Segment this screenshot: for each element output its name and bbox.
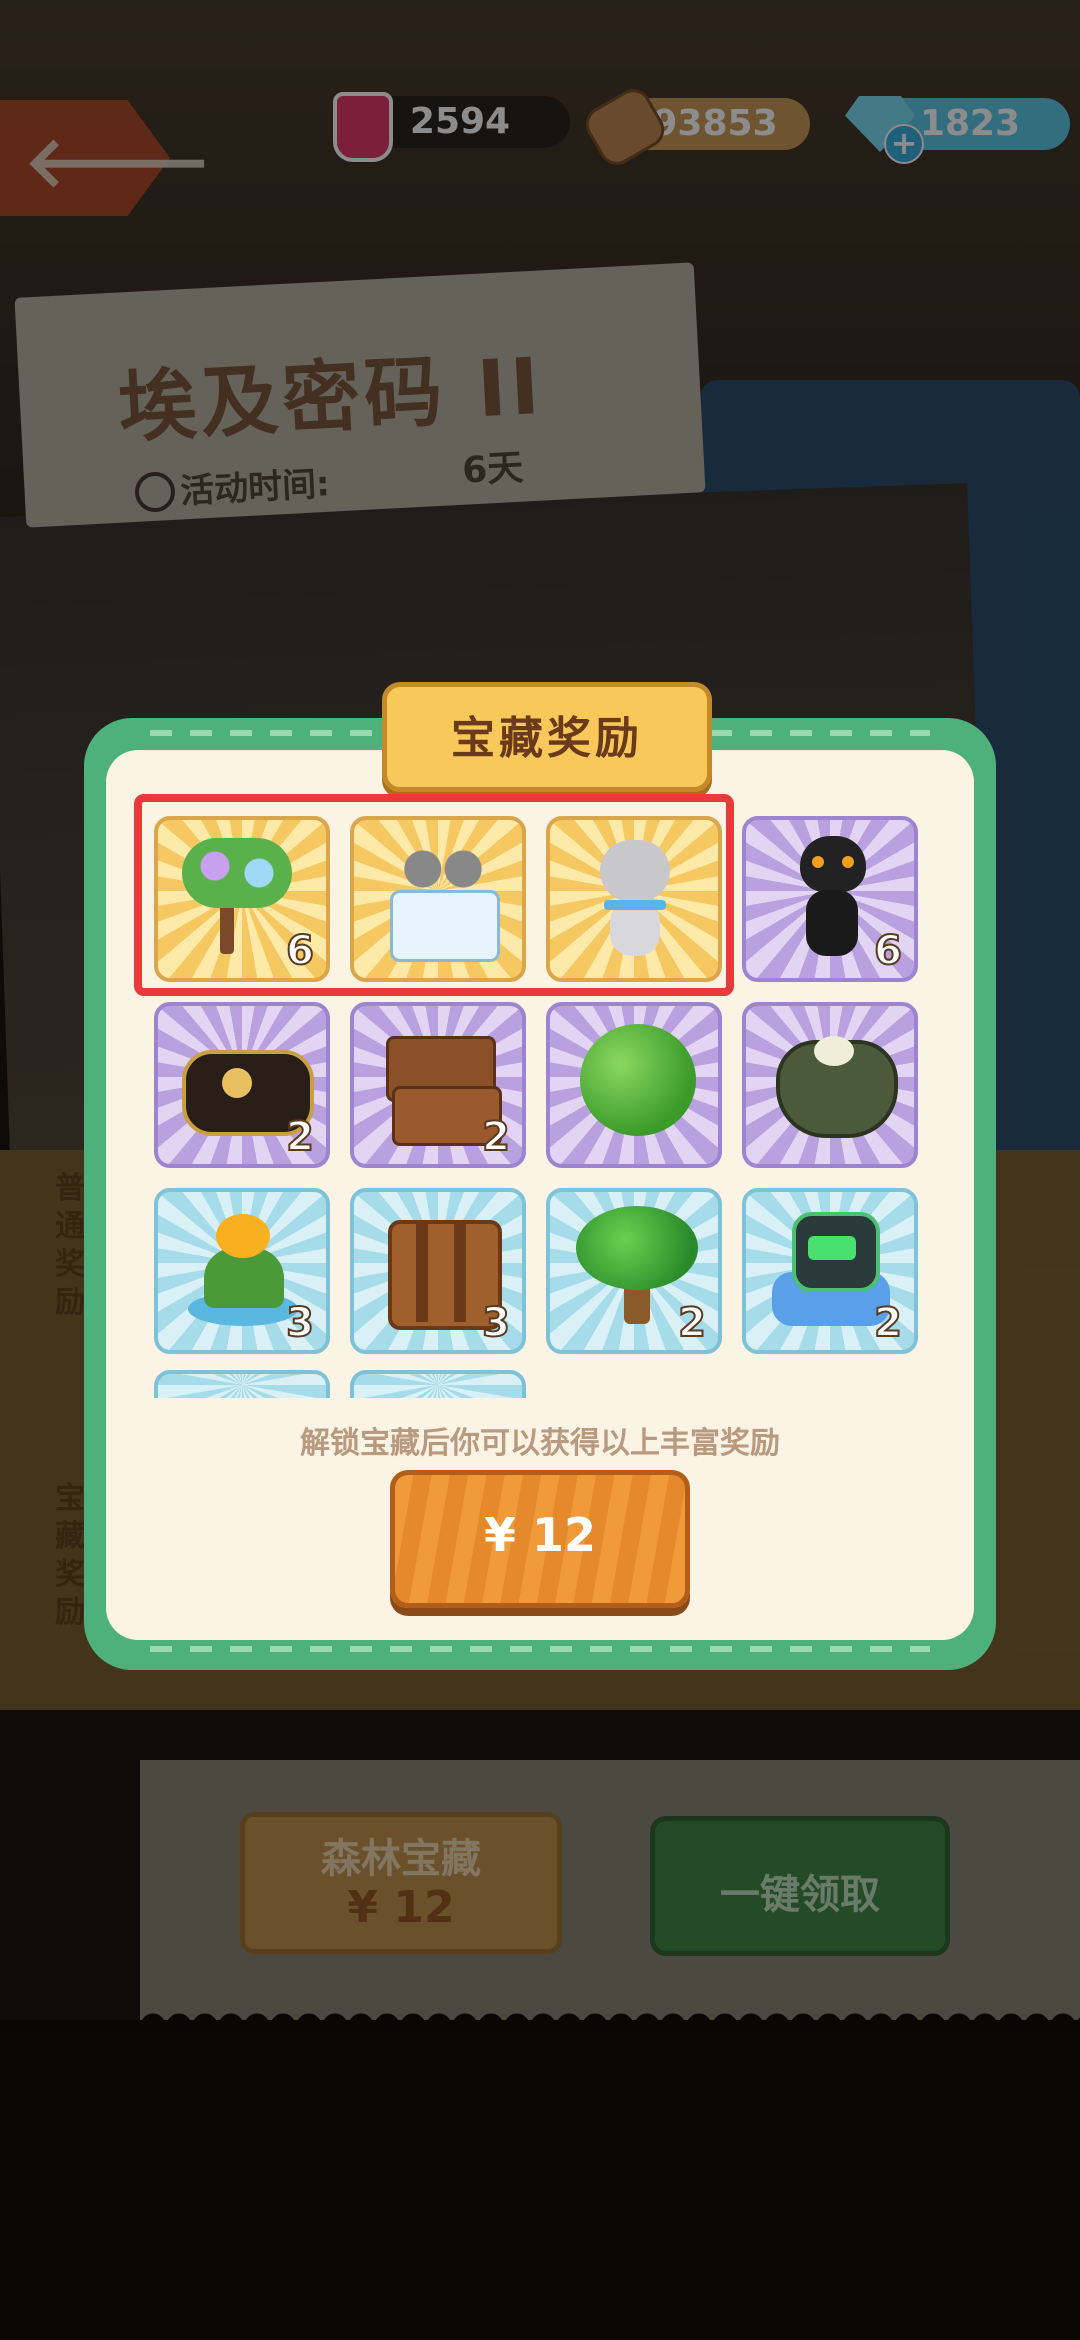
reward-tile-green-bush[interactable] bbox=[546, 1002, 722, 1168]
reward-tile-oak-tree[interactable]: 2 bbox=[546, 1188, 722, 1354]
reward-tile-partial[interactable] bbox=[154, 1370, 330, 1398]
modal-title: 宝藏奖励 bbox=[451, 713, 643, 764]
reward-count: 3 bbox=[481, 1299, 511, 1347]
reward-count: 6 bbox=[873, 927, 903, 975]
highlight-selection-box bbox=[134, 794, 734, 996]
reward-tile-clover-bag[interactable]: 2 bbox=[154, 1002, 330, 1168]
reward-tile-lily-flower[interactable]: 3 bbox=[154, 1188, 330, 1354]
reward-count: 2 bbox=[677, 1299, 707, 1347]
modal-stitch-bottom bbox=[150, 1646, 930, 1652]
reward-count: 2 bbox=[481, 1113, 511, 1161]
reward-count: 3 bbox=[285, 1299, 315, 1347]
reward-tile-black-cat[interactable]: 6 bbox=[742, 816, 918, 982]
reward-tile-robot-cat-bed[interactable]: 2 bbox=[742, 1188, 918, 1354]
reward-tile-coin-purse[interactable] bbox=[742, 1002, 918, 1168]
reward-count: 2 bbox=[285, 1113, 315, 1161]
purchase-price-label: ¥ 12 bbox=[483, 1508, 597, 1562]
modal-description: 解锁宝藏后你可以获得以上丰富奖励 bbox=[300, 1426, 780, 1461]
reward-count: 2 bbox=[873, 1299, 903, 1347]
reward-tile-wooden-crate[interactable]: 3 bbox=[350, 1188, 526, 1354]
reward-tile-partial[interactable] bbox=[350, 1370, 526, 1398]
reward-tile-treasure-chests[interactable]: 2 bbox=[350, 1002, 526, 1168]
